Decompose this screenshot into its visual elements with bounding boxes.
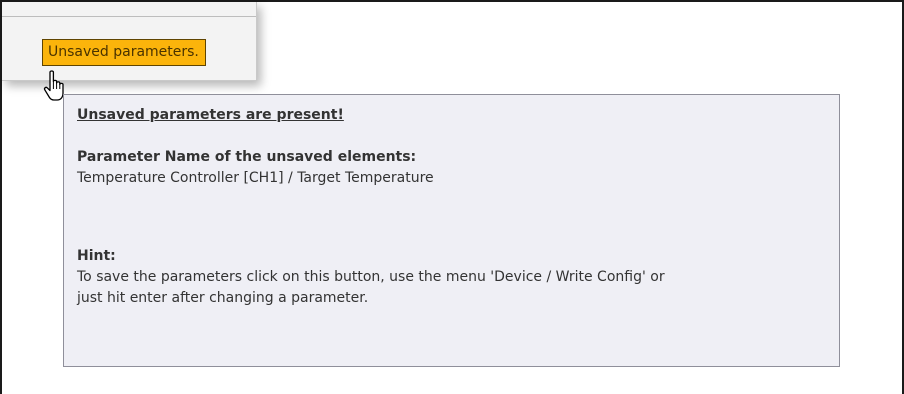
hint-text-line-1: To save the parameters click on this but…	[77, 269, 665, 285]
status-panel-divider	[2, 16, 256, 17]
unsaved-parameters-tooltip: Unsaved parameters are present! Paramete…	[63, 94, 840, 367]
status-panel: Unsaved parameters.	[2, 2, 257, 81]
hint-text-line-2: just hit enter after changing a paramete…	[77, 290, 369, 306]
unsaved-elements-label: Parameter Name of the unsaved elements:	[77, 149, 417, 165]
unsaved-elements-value: Temperature Controller [CH1] / Target Te…	[77, 170, 434, 186]
tooltip-title: Unsaved parameters are present!	[77, 107, 344, 123]
unsaved-parameters-button[interactable]: Unsaved parameters.	[42, 39, 206, 66]
hint-label: Hint:	[77, 248, 116, 264]
